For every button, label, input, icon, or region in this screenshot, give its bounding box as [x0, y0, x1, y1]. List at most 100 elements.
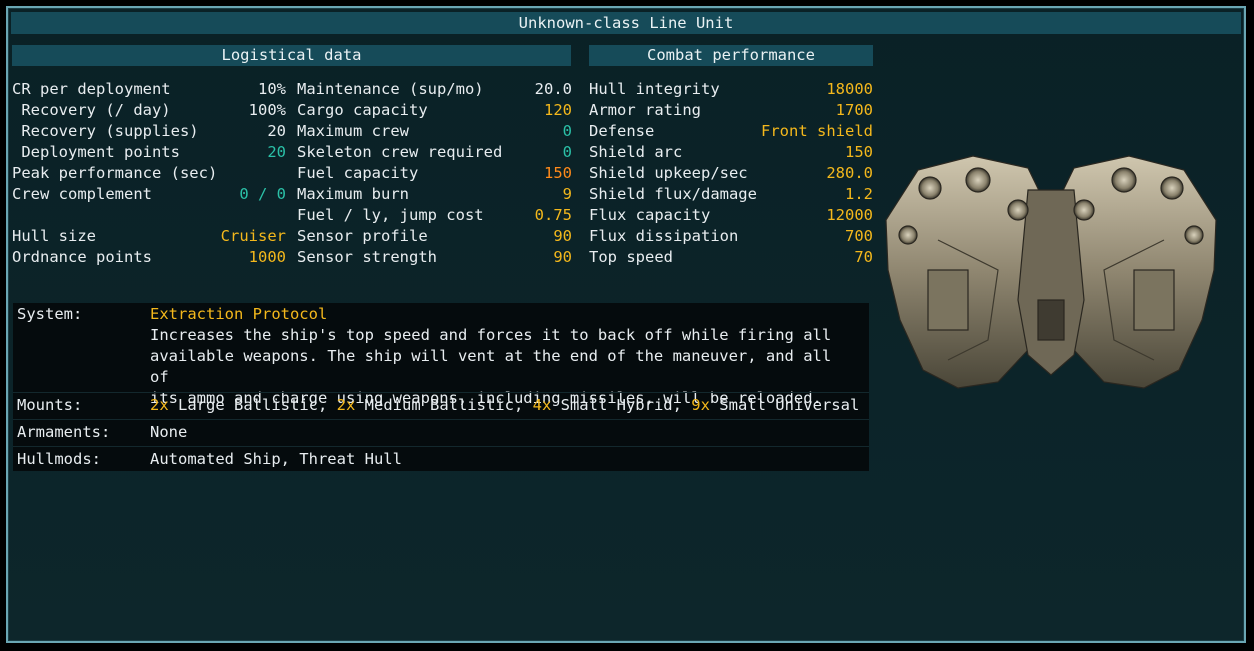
combat-stat-value: Front shield — [761, 122, 873, 140]
combat-performance-header: Combat performance — [589, 45, 873, 66]
mount-count: 4x — [532, 396, 552, 414]
mount-count: 9x — [691, 396, 710, 414]
combat-stat-row: Flux capacity 12000 — [589, 205, 873, 226]
logistical-stat-row: Skeleton crew required 0 — [297, 142, 572, 163]
mount-count: 2x — [150, 396, 169, 414]
logistical-stat-label: Deployment points — [12, 143, 180, 161]
system-description-line: available weapons. The ship will vent at… — [150, 347, 832, 386]
mount-type: Small Universal — [709, 396, 860, 414]
logistical-stat-value: 9 — [562, 185, 572, 203]
logistical-stat-value: 100% — [248, 101, 286, 119]
logistical-stat-label: Fuel capacity — [297, 164, 419, 182]
logistical-stat-row: Fuel / ly, jump cost 0.75 — [297, 205, 572, 226]
logistical-stat-label: Skeleton crew required — [297, 143, 503, 161]
logistical-stat-value: 90 — [553, 248, 572, 266]
logistical-stat-row: Crew complement 0 / 0 — [12, 184, 286, 205]
logistical-stat-value: 150 — [544, 164, 572, 182]
system-label: System: — [17, 305, 83, 323]
logistical-stat-value: 120 — [544, 101, 572, 119]
logistical-stat-value: 0 — [562, 122, 572, 140]
combat-stat-label: Hull integrity — [589, 80, 720, 98]
combat-stat-row: Shield flux/damage 1.2 — [589, 184, 873, 205]
mount-type: Medium Ballistic, — [355, 396, 533, 414]
mounts-list: 2x Large Ballistic, 2x Medium Ballistic,… — [150, 395, 859, 416]
logistical-stat-row — [12, 205, 286, 226]
logistical-stat-row: Peak performance (sec) — [12, 163, 286, 184]
combat-stat-value: 12000 — [826, 206, 873, 224]
logistical-stat-label: Sensor strength — [297, 248, 437, 266]
combat-stat-value: 18000 — [826, 80, 873, 98]
logistical-stat-label: Recovery (/ day) — [12, 101, 171, 119]
logistical-stat-label: Maximum burn — [297, 185, 409, 203]
logistical-stat-row: Ordnance points 1000 — [12, 247, 286, 268]
armaments-row: Armaments: None — [13, 419, 869, 446]
logistical-stat-value: 1000 — [248, 248, 286, 266]
ship-sprite-image — [885, 155, 1217, 389]
logistical-stat-value: Cruiser — [220, 227, 286, 245]
logistical-stat-value: 20 — [267, 143, 286, 161]
hullmods-row: Hullmods: Automated Ship, Threat Hull — [13, 446, 869, 472]
logistical-stat-value: 0 / 0 — [239, 185, 286, 203]
logistical-stat-label: Ordnance points — [12, 248, 152, 266]
hullmods-label: Hullmods: — [17, 450, 101, 468]
logistical-stat-row: Recovery (/ day) 100% — [12, 100, 286, 121]
logistical-stat-row: Cargo capacity 120 — [297, 100, 572, 121]
logistical-stat-label: Maintenance (sup/mo) — [297, 80, 484, 98]
logistical-stat-row: Deployment points 20 — [12, 142, 286, 163]
logistical-stat-row: Maximum burn 9 — [297, 184, 572, 205]
armaments-label: Armaments: — [17, 423, 111, 441]
combat-stat-label: Top speed — [589, 248, 673, 266]
logistical-stat-value: 0.75 — [534, 206, 572, 224]
logistical-stat-label: Hull size — [12, 227, 96, 245]
mounts-row: Mounts: 2x Large Ballistic, 2x Medium Ba… — [13, 392, 869, 419]
combat-stat-label: Shield arc — [589, 143, 683, 161]
logistical-stat-row: Sensor strength 90 — [297, 247, 572, 268]
logistical-stat-label: Fuel / ly, jump cost — [297, 206, 484, 224]
logistical-stat-label: Crew complement — [12, 185, 152, 203]
logistical-stat-value: 90 — [553, 227, 572, 245]
mount-type: Large Ballistic, — [168, 396, 337, 414]
logistical-stat-label: Sensor profile — [297, 227, 428, 245]
logistical-stat-value: 0 — [562, 143, 572, 161]
combat-stat-value: 70 — [854, 248, 873, 266]
armaments-value: None — [150, 423, 188, 441]
combat-stat-value: 280.0 — [826, 164, 873, 182]
logistical-stat-label: Recovery (supplies) — [12, 122, 199, 140]
logistical-stat-row: Maintenance (sup/mo) 20.0 — [297, 79, 572, 100]
logistical-stat-label: Cargo capacity — [297, 101, 428, 119]
logistical-stat-row: Maximum crew 0 — [297, 121, 572, 142]
logistical-stat-label: Peak performance (sec) — [12, 164, 218, 182]
mounts-label: Mounts: — [17, 396, 83, 414]
system-row: System: Extraction Protocol Increases th… — [13, 303, 869, 407]
logistical-data-header: Logistical data — [12, 45, 571, 66]
combat-stat-row: Top speed 70 — [589, 247, 873, 268]
logistical-stat-row: Hull size Cruiser — [12, 226, 286, 247]
combat-stat-label: Shield flux/damage — [589, 185, 757, 203]
combat-stat-row: Shield upkeep/sec 280.0 — [589, 163, 873, 184]
hullmods-value: Automated Ship, Threat Hull — [150, 450, 402, 468]
combat-stat-label: Flux capacity — [589, 206, 711, 224]
logistical-stat-row: Sensor profile 90 — [297, 226, 572, 247]
combat-stat-row: Flux dissipation 700 — [589, 226, 873, 247]
combat-stat-label: Defense — [589, 122, 655, 140]
combat-stat-label: Armor rating — [589, 101, 701, 119]
combat-stat-row: Shield arc 150 — [589, 142, 873, 163]
combat-stat-row: Hull integrity 18000 — [589, 79, 873, 100]
combat-stat-value: 700 — [845, 227, 873, 245]
logistical-stat-value: 10% — [258, 80, 286, 98]
logistical-stat-label: Maximum crew — [297, 122, 409, 140]
logistical-stat-row: Recovery (supplies) 20 — [12, 121, 286, 142]
combat-stat-label: Flux dissipation — [589, 227, 739, 245]
logistical-stat-label: CR per deployment — [12, 80, 171, 98]
system-name: Extraction Protocol — [150, 305, 328, 323]
logistical-stat-row: Fuel capacity 150 — [297, 163, 572, 184]
combat-stat-label: Shield upkeep/sec — [589, 164, 748, 182]
combat-stat-row: Defense Front shield — [589, 121, 873, 142]
combat-stat-value: 1.2 — [845, 185, 873, 203]
ship-details-box: System: Extraction Protocol Increases th… — [13, 303, 869, 471]
logistical-stat-row: CR per deployment 10% — [12, 79, 286, 100]
mount-count: 2x — [336, 396, 356, 414]
combat-stat-row: Armor rating 1700 — [589, 100, 873, 121]
logistical-stat-value: 20 — [267, 122, 286, 140]
mount-type: Small Hybrid, — [551, 396, 692, 414]
